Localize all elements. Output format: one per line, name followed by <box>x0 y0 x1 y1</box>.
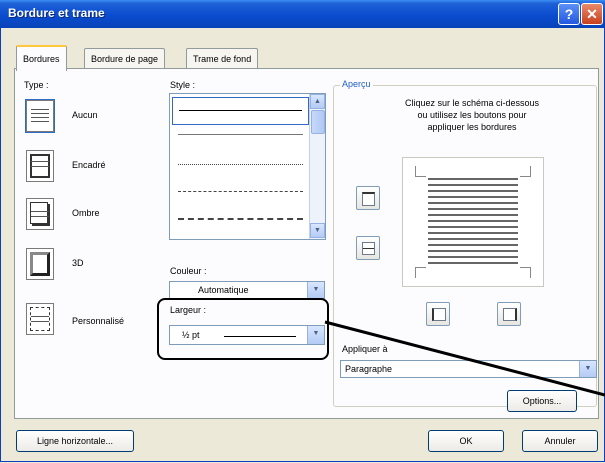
ok-button[interactable]: OK <box>428 430 504 452</box>
annuler-button[interactable]: Annuler <box>522 430 598 452</box>
ligne-horizontale-button[interactable]: Ligne horizontale... <box>16 430 134 452</box>
tab-bordures[interactable]: Bordures <box>16 45 67 71</box>
annotation-arrow <box>324 320 605 397</box>
